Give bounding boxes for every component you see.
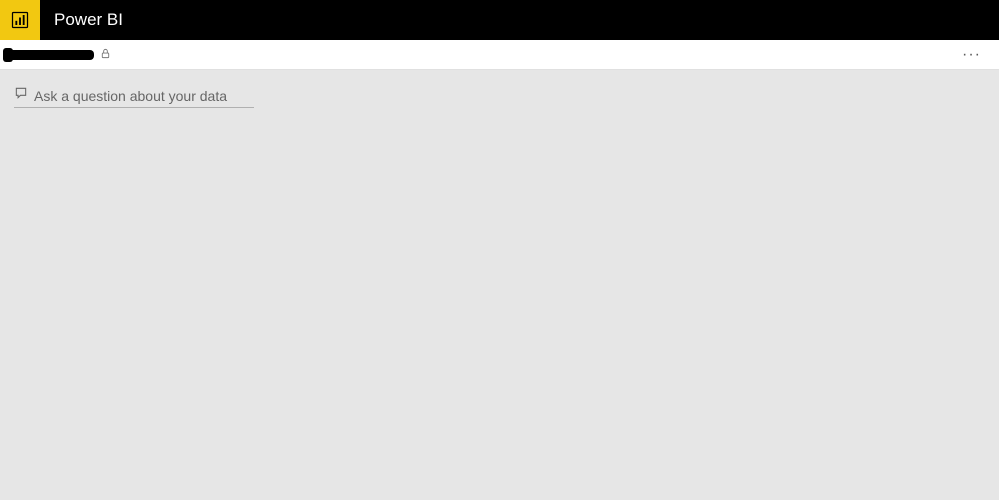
app-title: Power BI	[54, 10, 123, 30]
dashboard-name-redacted	[6, 50, 94, 60]
sub-header: ···	[0, 40, 999, 70]
top-header: Power BI	[0, 0, 999, 40]
powerbi-logo[interactable]	[0, 0, 40, 40]
breadcrumb-area	[6, 46, 111, 64]
bar-chart-icon	[10, 10, 30, 30]
qna-box[interactable]	[14, 86, 254, 108]
dashboard-canvas	[0, 70, 999, 500]
more-options-button[interactable]: ···	[958, 45, 985, 65]
lock-icon	[100, 46, 111, 64]
qna-input[interactable]	[34, 88, 254, 104]
chat-icon	[14, 86, 28, 105]
